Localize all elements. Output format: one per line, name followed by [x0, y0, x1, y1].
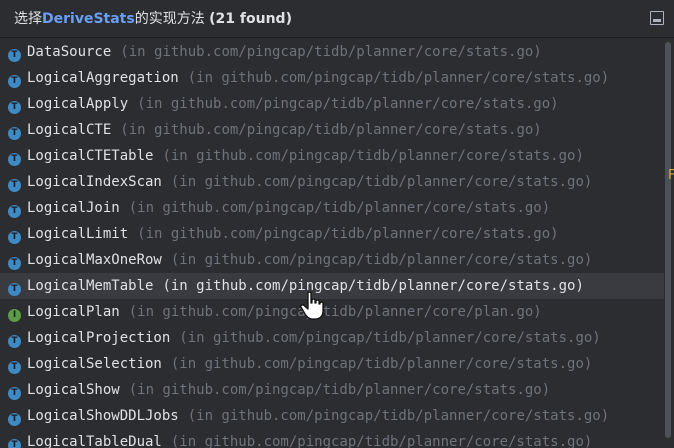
item-name: DataSource [27, 44, 112, 60]
item-name: LogicalApply [27, 96, 129, 112]
list-item[interactable]: T LogicalLimit (in github.com/pingcap/tidb… [0, 221, 664, 247]
struct-type-icon: T [8, 335, 21, 348]
item-location: (in github.com/pingcap/tidb/planner/core… [128, 200, 551, 216]
popup-title: 选择DeriveStats的实现方法 (21 found) [14, 0, 292, 38]
implementations-popup: 选择DeriveStats的实现方法 (21 found) T DataSourc… [0, 0, 674, 448]
item-name: LogicalCTE [27, 122, 112, 138]
struct-type-icon: T [8, 439, 21, 448]
list-item[interactable]: T LogicalProjection (in github.com/pingcap… [0, 325, 664, 351]
struct-type-icon: T [8, 49, 21, 62]
item-location: (in github.com/pingcap/tidb/planner/core… [162, 148, 584, 164]
item-location: (in github.com/pingcap/tidb/planner/core… [170, 434, 593, 448]
list-item[interactable]: I LogicalPlan (in github.com/pingcap/tidb/… [0, 299, 664, 325]
struct-type-icon: T [8, 231, 21, 244]
result-count: (21 found) [209, 11, 292, 27]
title-prefix: 选择 [14, 11, 42, 27]
title-suffix: 的实现方法 [134, 11, 210, 27]
item-location: (in github.com/pingcap/tidb/planner/core… [120, 122, 542, 138]
struct-type-icon: T [8, 413, 21, 426]
list-item[interactable]: T LogicalShowDDLJobs (in github.com/pingca… [0, 403, 664, 429]
item-location: (in github.com/pingcap/tidb/planner/core… [162, 278, 584, 294]
item-name: LogicalMaxOneRow [27, 252, 162, 268]
implementation-list: T DataSource (in github.com/pingcap/tidb/p… [0, 39, 664, 448]
struct-type-icon: T [8, 75, 21, 88]
item-name: LogicalShowDDLJobs [27, 408, 179, 424]
item-location: (in github.com/pingcap/tidb/planner/core… [128, 382, 551, 398]
item-location: (in github.com/pingcap/tidb/planner/core… [187, 408, 610, 424]
list-item[interactable]: T LogicalIndexScan (in github.com/pingcap/… [0, 169, 664, 195]
list-item[interactable]: T LogicalSelection (in github.com/pingcap/… [0, 351, 664, 377]
editor-background-text: F [668, 168, 674, 183]
item-location: (in github.com/pingcap/tidb/planner/core… [137, 226, 559, 242]
list-item[interactable]: T LogicalJoin (in github.com/pingcap/tidb/… [0, 195, 664, 221]
struct-type-icon: T [8, 127, 21, 140]
list-item[interactable]: T LogicalAggregation (in github.com/pingca… [0, 65, 664, 91]
item-location: (in github.com/pingcap/tidb/planner/core… [170, 356, 593, 372]
struct-type-icon: T [8, 283, 21, 296]
item-location: (in github.com/pingcap/tidb/planner/core… [170, 252, 593, 268]
item-location: (in github.com/pingcap/tidb/planner/core… [187, 70, 610, 86]
popup-header: 选择DeriveStats的实现方法 (21 found) [0, 0, 674, 38]
item-name: LogicalMemTable [27, 278, 154, 294]
item-location: (in github.com/pingcap/tidb/planner/core… [179, 330, 601, 346]
scrollbar[interactable] [665, 42, 671, 438]
item-location: (in github.com/pingcap/tidb/planner/core… [128, 304, 542, 320]
item-location: (in github.com/pingcap/tidb/planner/core… [120, 44, 542, 60]
list-item[interactable]: T LogicalApply (in github.com/pingcap/tidb… [0, 91, 664, 117]
hand-cursor-icon [300, 291, 324, 320]
item-name: LogicalJoin [27, 200, 120, 216]
item-location: (in github.com/pingcap/tidb/planner/core… [137, 96, 559, 112]
item-name: LogicalLimit [27, 226, 129, 242]
item-name: LogicalPlan [27, 304, 120, 320]
item-name: LogicalShow [27, 382, 120, 398]
interface-type-icon: I [8, 309, 21, 322]
item-name: LogicalCTETable [27, 148, 154, 164]
item-name: LogicalProjection [27, 330, 171, 346]
title-method-name: DeriveStats [42, 11, 135, 27]
item-location: (in github.com/pingcap/tidb/planner/core… [170, 174, 593, 190]
list-item[interactable]: T LogicalMaxOneRow (in github.com/pingcap/… [0, 247, 664, 273]
item-name: LogicalAggregation [27, 70, 179, 86]
struct-type-icon: T [8, 101, 21, 114]
struct-type-icon: T [8, 205, 21, 218]
list-item[interactable]: T LogicalTableDual (in github.com/pingcap/… [0, 429, 664, 448]
item-name: LogicalSelection [27, 356, 162, 372]
struct-type-icon: T [8, 179, 21, 192]
open-in-window-icon[interactable] [650, 11, 664, 25]
struct-type-icon: T [8, 153, 21, 166]
item-name: LogicalTableDual [27, 434, 162, 448]
item-name: LogicalIndexScan [27, 174, 162, 190]
struct-type-icon: T [8, 361, 21, 374]
list-item[interactable]: T LogicalShow (in github.com/pingcap/tidb/… [0, 377, 664, 403]
list-item[interactable]: T LogicalCTETable (in github.com/pingcap/t… [0, 143, 664, 169]
list-item[interactable]: T LogicalMemTable (in github.com/pingcap/t… [0, 273, 664, 299]
struct-type-icon: T [8, 387, 21, 400]
list-item[interactable]: T DataSource (in github.com/pingcap/tidb/p… [0, 39, 664, 65]
list-item[interactable]: T LogicalCTE (in github.com/pingcap/tidb/p… [0, 117, 664, 143]
struct-type-icon: T [8, 257, 21, 270]
